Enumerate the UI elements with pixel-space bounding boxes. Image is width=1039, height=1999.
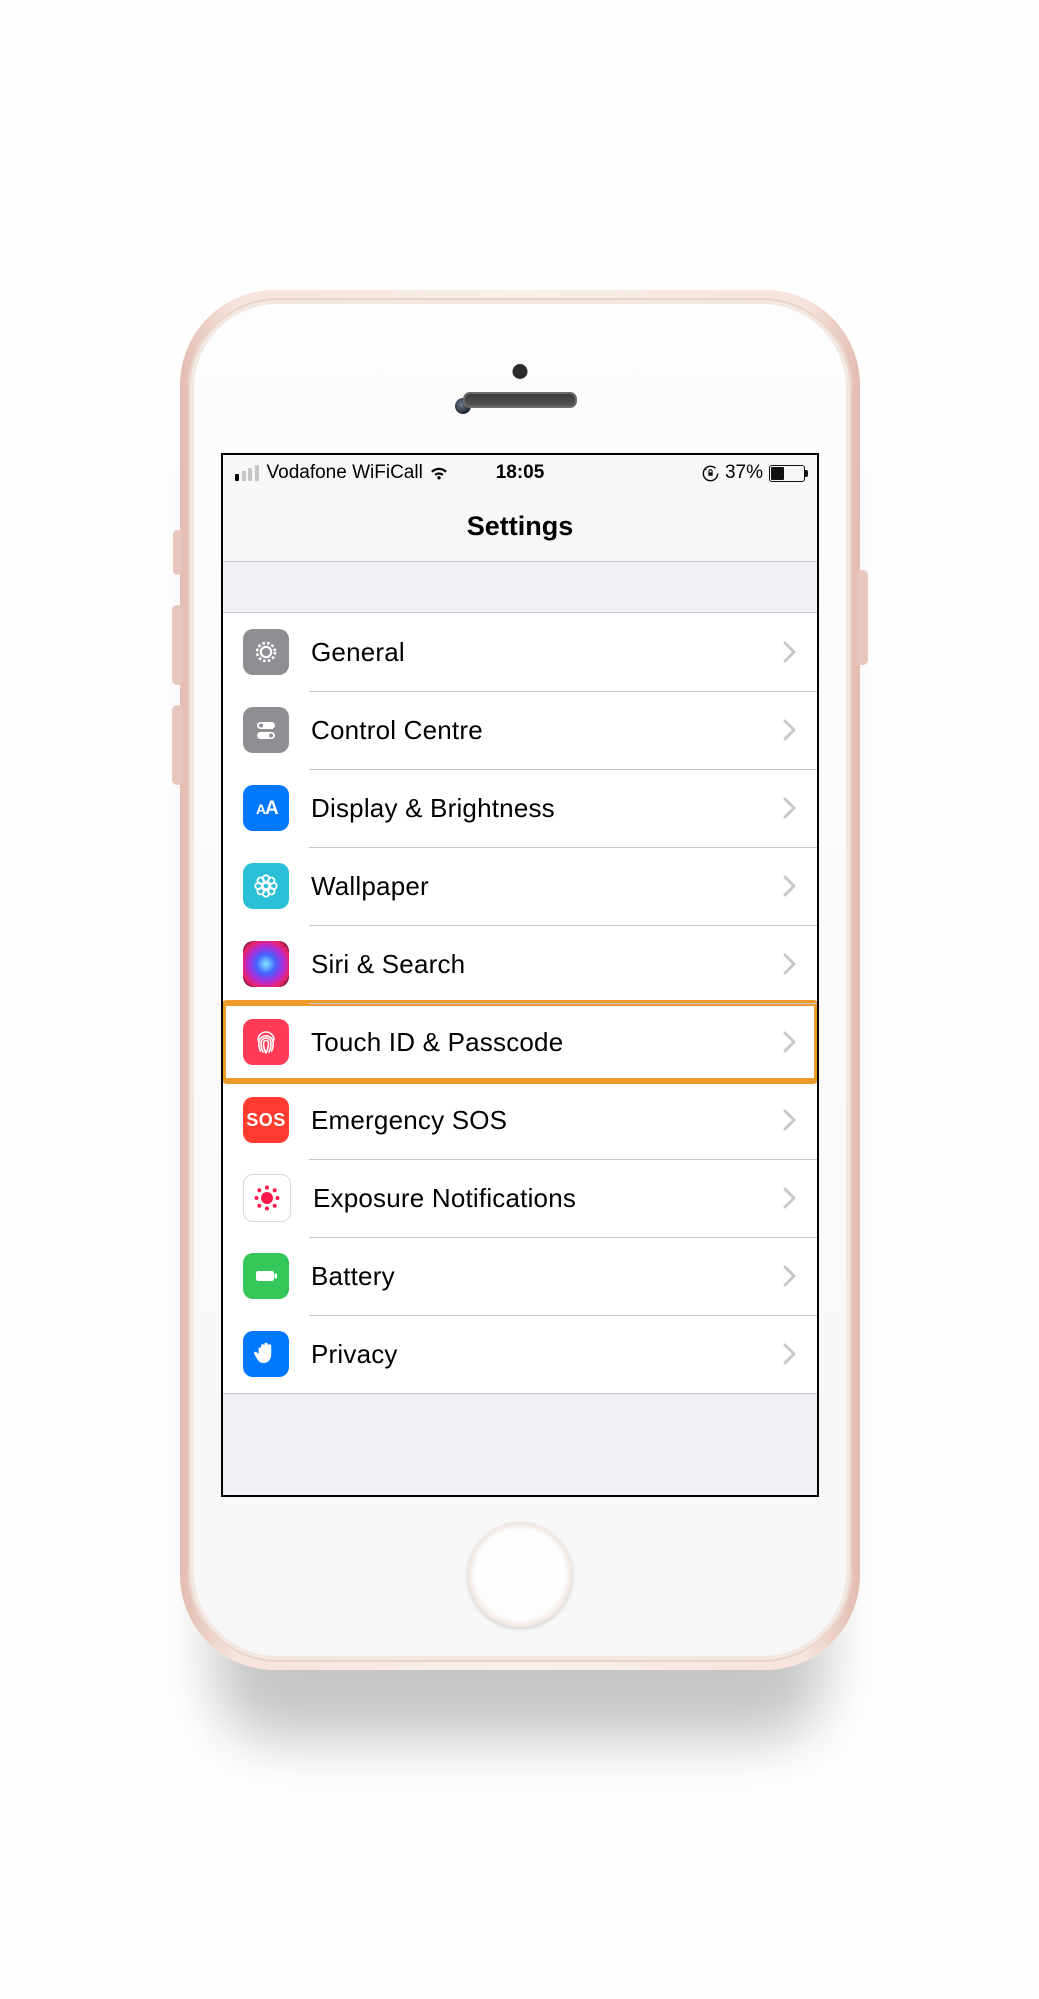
row-label: Touch ID & Passcode — [311, 1027, 563, 1058]
iphone-frame: Vodafone WiFiCall 18:05 37% S — [180, 290, 860, 1670]
chevron-right-icon — [783, 1031, 797, 1053]
flower-icon — [243, 863, 289, 909]
page-title: Settings — [467, 511, 574, 542]
row-label: Wallpaper — [311, 871, 429, 902]
chevron-right-icon — [783, 1109, 797, 1131]
settings-row-privacy[interactable]: Privacy — [223, 1315, 817, 1393]
sos-icon: SOS — [243, 1097, 289, 1143]
row-label: Emergency SOS — [311, 1105, 507, 1136]
power-button — [857, 570, 868, 665]
battery-percent: 37% — [725, 462, 763, 484]
section-gap — [223, 562, 817, 612]
settings-row-battery[interactable]: Battery — [223, 1237, 817, 1315]
cell-signal-icon — [235, 465, 259, 481]
screen: Vodafone WiFiCall 18:05 37% S — [221, 453, 819, 1497]
row-label: Siri & Search — [311, 949, 465, 980]
settings-row-touch-id[interactable]: Touch ID & Passcode — [223, 1003, 817, 1081]
chevron-right-icon — [783, 797, 797, 819]
text-size-icon: AA — [243, 785, 289, 831]
settings-row-exposure[interactable]: Exposure Notifications — [223, 1159, 817, 1237]
settings-row-siri[interactable]: Siri & Search — [223, 925, 817, 1003]
chevron-right-icon — [783, 953, 797, 975]
gear-icon — [243, 629, 289, 675]
earpiece-speaker — [463, 392, 577, 408]
clock: 18:05 — [496, 462, 545, 484]
chevron-right-icon — [783, 719, 797, 741]
wifi-icon — [429, 466, 449, 481]
volume-down-button — [172, 705, 183, 785]
chevron-right-icon — [783, 641, 797, 663]
battery-row-icon — [243, 1253, 289, 1299]
settings-row-general[interactable]: General — [223, 613, 817, 691]
fingerprint-icon — [243, 1019, 289, 1065]
carrier-label: Vodafone WiFiCall — [267, 462, 423, 484]
settings-row-control-centre[interactable]: Control Centre — [223, 691, 817, 769]
chevron-right-icon — [783, 1187, 797, 1209]
proximity-sensor — [513, 364, 528, 379]
chevron-right-icon — [783, 1343, 797, 1365]
status-bar: Vodafone WiFiCall 18:05 37% — [223, 455, 817, 491]
row-label: Privacy — [311, 1339, 398, 1370]
settings-row-wallpaper[interactable]: Wallpaper — [223, 847, 817, 925]
hand-icon — [243, 1331, 289, 1377]
home-button[interactable] — [468, 1522, 573, 1627]
chevron-right-icon — [783, 1265, 797, 1287]
row-label: Exposure Notifications — [313, 1183, 576, 1214]
battery-icon — [769, 465, 805, 482]
exposure-notification-icon — [243, 1174, 291, 1222]
toggles-icon — [243, 707, 289, 753]
chevron-right-icon — [783, 875, 797, 897]
siri-icon — [243, 941, 289, 987]
row-label: Display & Brightness — [311, 793, 555, 824]
volume-up-button — [172, 605, 183, 685]
svg-text:A: A — [265, 798, 279, 819]
row-label: Battery — [311, 1261, 395, 1292]
rotation-lock-icon — [702, 465, 719, 482]
nav-bar: Settings — [223, 491, 817, 562]
mute-switch — [173, 530, 182, 575]
row-label: Control Centre — [311, 715, 483, 746]
settings-row-emergency-sos[interactable]: SOS Emergency SOS — [223, 1081, 817, 1159]
settings-row-display[interactable]: AA Display & Brightness — [223, 769, 817, 847]
settings-list: General Control Centre — [223, 612, 817, 1394]
row-label: General — [311, 637, 405, 668]
